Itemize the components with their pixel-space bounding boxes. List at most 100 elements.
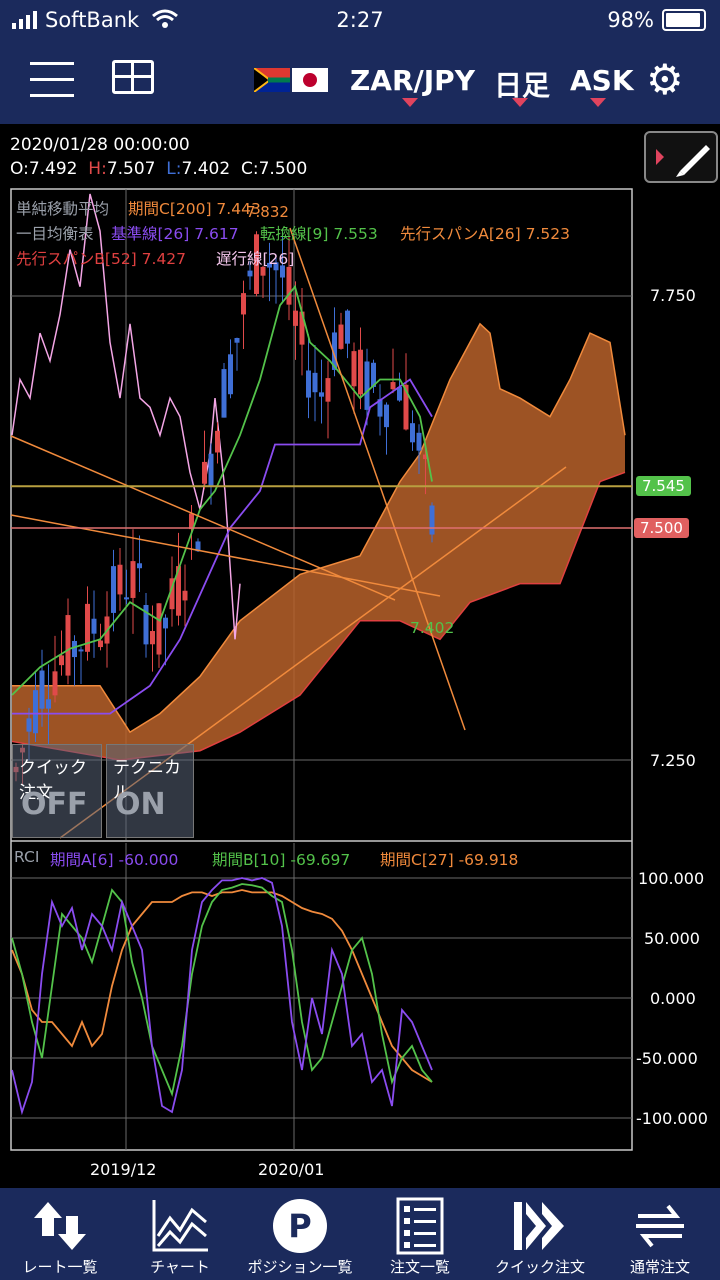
candle-body [124,597,129,600]
candle-body [39,670,45,709]
candle-body [293,310,298,326]
candle-body [163,617,168,629]
candle-body [59,655,64,666]
candle-body [52,671,58,696]
svg-text:P: P [288,1207,311,1245]
candle-body [384,404,389,428]
battery-icon [662,9,706,31]
rci-legend-name: RCI [14,848,40,866]
candle-body [91,618,97,634]
candle-body [221,369,227,418]
quick-order-state: OFF [21,787,88,822]
rci-tick-label: 100.000 [638,869,705,888]
candle-body [228,354,233,395]
rci-a-legend: 期間A[6] -60.000 [50,851,179,869]
candle-body [189,513,194,530]
candle-body [98,640,103,648]
rci-tick-label: -50.000 [636,1049,698,1068]
candle-body [150,631,155,645]
tab-quick-order[interactable]: クイック注文 [480,1188,600,1280]
position-icon: P [273,1199,327,1253]
candle-body [215,430,220,453]
tab-positions[interactable]: P ポジション一覧 [240,1188,360,1280]
trendline [10,435,396,601]
quick-order-icon [514,1202,564,1250]
candle-body [371,362,376,387]
tenkan-legend: 転換線[9] 7.553 [260,225,378,243]
candle-body [312,372,318,393]
tab-order-list[interactable]: 注文一覧 [360,1188,480,1280]
rci-tick-label: -100.000 [636,1109,708,1128]
candle-body [325,378,331,402]
candle-body [33,690,38,734]
arrows-icon [34,1202,86,1250]
bid-ask-selector[interactable]: ASK [570,64,634,97]
technical-state: ON [115,787,166,822]
sma-legend-value: 期間C[200] 7.443 [128,200,261,218]
currency-pair-selector[interactable]: ZAR/JPY [350,64,475,97]
candle-body [195,541,201,552]
chart-frame [10,188,633,1151]
candle-body [46,699,51,709]
rci-tick-label: 50.000 [644,929,700,948]
battery-group: 98% [607,8,706,32]
candle-body [364,361,370,410]
candle-body [78,649,84,652]
menu-icon[interactable] [30,62,74,102]
ichimoku-cloud [12,323,625,760]
rci-b-line [11,883,433,1098]
side-dropdown-icon [590,98,606,107]
quick-order-toggle[interactable]: クイック注文 OFF [12,744,102,838]
x-tick-label: 2020/01 [258,1160,325,1179]
candle-body [143,604,149,645]
candle-body [111,566,116,613]
chart-icon [152,1200,208,1252]
candle-body [130,561,136,598]
span-a-line [12,322,626,734]
layout-icon[interactable] [112,60,154,94]
ohlc-date: 2020/01/28 00:00:00 [10,135,190,155]
candle-body [338,324,344,349]
candle-body [176,566,181,616]
candle-body [416,432,422,451]
candle-body [247,270,253,277]
candle-body [351,351,357,387]
candle-body [332,332,337,370]
candle-body [202,461,207,484]
span-a-legend: 先行スパンA[26] 7.523 [400,225,570,243]
tab-normal-order[interactable]: 通常注文 [600,1188,720,1280]
y-tick-label: 7.250 [650,751,696,770]
candle-body [169,578,175,610]
candle-body [358,349,363,395]
battery-percent: 98% [607,8,654,32]
current-price-badge: 7.500 [634,518,689,538]
tab-chart[interactable]: チャート [120,1188,240,1280]
top-nav: ZAR/JPY 日足 ASK ⚙ [0,40,720,124]
y-tick-label: 7.750 [650,286,696,305]
timeframe-dropdown-icon [512,98,528,107]
candle-body [319,392,324,397]
tenkan-price-badge: 7.545 [636,476,691,496]
candle-body [345,310,350,344]
candle-body [423,454,428,460]
tab-rate-list[interactable]: レート一覧 [0,1188,120,1280]
candle-body [26,718,32,732]
rci-c-line [11,889,433,1083]
gear-icon[interactable]: ⚙ [646,58,684,102]
rci-c-legend: 期間C[27] -69.918 [380,851,519,869]
chikou-legend: 遅行線[26] [216,250,295,268]
candle-body [299,311,305,345]
candle-body [241,293,246,315]
candle-body [377,399,383,417]
candle-body [85,603,90,652]
drawing-tool-button[interactable] [644,131,718,183]
candle-body [403,384,409,430]
candle-body [410,423,415,443]
candle-body [429,505,435,535]
order-list-icon [396,1197,444,1255]
candle-body [182,590,188,601]
rci-tick-label: 0.000 [650,989,696,1008]
technical-toggle[interactable]: テクニカル ON [106,744,194,838]
pair-dropdown-icon [402,98,418,107]
ichimoku-legend-name: 一目均衡表 [16,225,94,243]
